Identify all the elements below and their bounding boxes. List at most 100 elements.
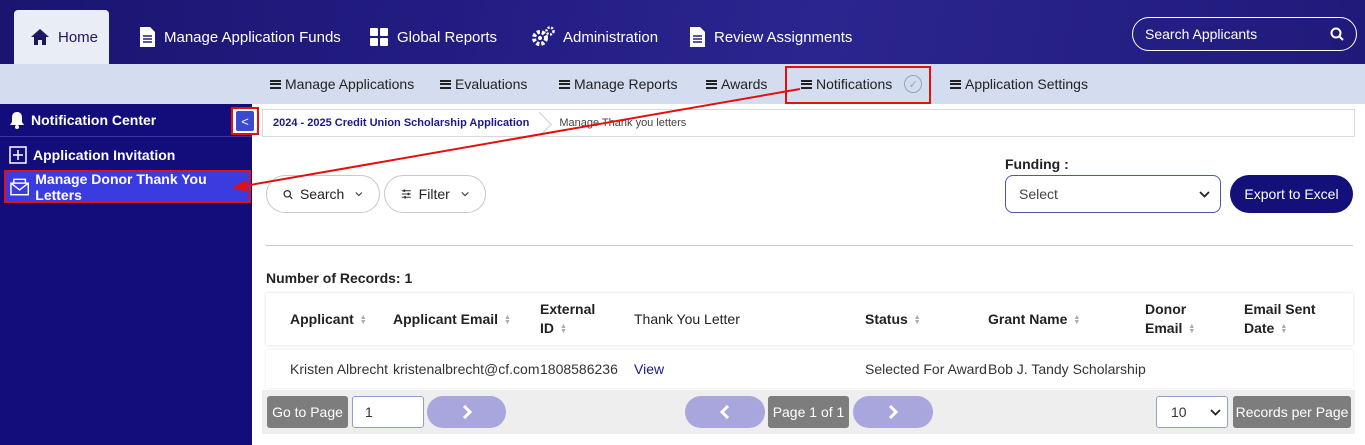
search-applicants-input[interactable]: Search Applicants [1132,17,1357,51]
sort-icon: ▲ ▼ [1280,323,1288,336]
column-header-applicant[interactable]: Applicant ▲ ▼ [290,310,367,329]
column-header-grant-name[interactable]: Grant Name ▲ ▼ [988,310,1080,329]
go-to-page-button[interactable]: Go to Page [267,396,348,428]
top-nav: Home Manage Application Funds Global Rep… [0,0,1365,64]
filter-button[interactable]: Filter [384,175,486,213]
tab-label: Review Assignments [714,28,853,46]
chevron-right-icon [888,405,899,419]
subnav-manage-applications[interactable]: Manage Applications [270,64,414,104]
tab-label: Home [58,28,99,46]
funding-label: Funding : [1005,156,1069,172]
chevron-down-icon [1210,408,1221,416]
sidebar-item-label: Application Invitation [33,146,176,163]
header-label: Thank You Letter [634,311,740,327]
previous-page-button[interactable] [685,396,765,428]
subnav-label: Application Settings [965,76,1088,92]
records-count: Number of Records: 1 [266,270,413,286]
tab-label: Global Reports [397,28,498,46]
subnav-label: Manage Reports [574,76,678,92]
search-placeholder: Search Applicants [1145,26,1258,42]
table-header: Applicant ▲ ▼ Applicant Email ▲ ▼ External ID… [266,293,1353,345]
tab-review-assignments[interactable]: Review Assignments [672,10,868,64]
sort-icon: ▲ ▼ [359,314,367,327]
tab-administration[interactable]: Administration [515,10,674,64]
menu-icon [270,79,281,89]
sliders-icon [401,189,411,199]
gears-icon [532,26,555,46]
column-header-email-sent-date[interactable]: Email Sent Date ▲ ▼ [1244,300,1316,338]
menu-icon [706,79,717,89]
header-label: Email [1145,320,1183,336]
envelope-icon [10,178,30,195]
cell-applicant: Kristen Albrecht [290,361,389,377]
tab-label: Administration [563,28,659,46]
records-per-page-button[interactable]: Records per Page [1233,396,1351,428]
tab-global-reports[interactable]: Global Reports [353,10,513,64]
header-label: ID [540,320,554,336]
header-label: Grant Name [988,311,1068,327]
cell-external-id: 1808586236 [540,361,618,377]
divider [266,245,1353,246]
subnav-awards[interactable]: Awards [706,64,767,104]
tab-manage-application-funds[interactable]: Manage Application Funds [122,10,357,64]
subnav-application-settings[interactable]: Application Settings [950,64,1088,104]
subnav-label: Manage Applications [285,76,415,92]
sort-icon: ▲ ▼ [1073,314,1081,327]
page-number-input[interactable]: 1 [352,396,424,428]
table-row: Kristen Albrecht kristenalbrecht@cf.com … [266,350,1353,388]
sidebar-item-notification-center[interactable]: Notification Center [0,104,252,137]
sidebar: Notification Center Application Invitati… [0,104,252,445]
header-label: Applicant [290,311,354,327]
search-icon[interactable] [1330,27,1344,41]
records-per-page-value: 10 [1171,404,1187,420]
subnav-label: Awards [721,76,768,92]
funding-select-value: Select [1019,186,1058,202]
header-label: Donor [1145,301,1187,317]
header-label: External [540,301,596,317]
breadcrumb: 2024 - 2025 Credit Union Scholarship App… [262,109,1355,137]
column-header-thank-you-letter: Thank You Letter [634,310,740,329]
breadcrumb-item-current: Manage Thank you letters [559,117,687,129]
sort-icon: ▲ ▼ [913,314,921,327]
sidebar-item-label: Manage Donor Thank You Letters [35,170,207,203]
cell-applicant-email: kristenalbrecht@cf.com [393,361,540,377]
chevron-down-icon [355,192,363,197]
header-label: Email Sent [1244,301,1316,317]
tab-label: Manage Application Funds [164,28,341,46]
tab-home[interactable]: Home [14,10,109,64]
cell-status: Selected For Award [865,361,987,377]
chevron-left-icon [719,405,730,419]
column-header-external-id[interactable]: External ID ▲ ▼ [540,300,595,338]
funding-select[interactable]: Select [1005,175,1221,213]
export-to-excel-button[interactable]: Export to Excel [1230,175,1353,213]
subnav-evaluations[interactable]: Evaluations [440,64,527,104]
filter-button-label: Filter [418,186,450,202]
menu-icon [559,79,570,89]
menu-icon [440,79,451,89]
header-label: Date [1244,320,1275,336]
sidebar-item-application-invitation[interactable]: Application Invitation [0,138,252,171]
document-icon [690,27,705,47]
header-label: Applicant Email [393,311,499,327]
next-page-button[interactable] [853,396,933,428]
column-header-status[interactable]: Status ▲ ▼ [865,310,921,329]
sort-icon: ▲ ▼ [1188,323,1196,336]
chevron-right-icon [462,405,472,419]
records-per-page-select[interactable]: 10 [1156,396,1228,428]
column-header-donor-email[interactable]: Donor Email ▲ ▼ [1145,300,1195,338]
menu-icon [950,79,961,89]
column-header-applicant-email[interactable]: Applicant Email ▲ ▼ [393,310,511,329]
sidebar-item-label: Notification Center [31,112,157,128]
grid-icon [370,28,388,46]
view-letter-link[interactable]: View [634,361,664,377]
subnav-manage-reports[interactable]: Manage Reports [559,64,678,104]
sidebar-item-manage-donor-thank-you-letters[interactable]: Manage Donor Thank You Letters [4,170,251,203]
search-button[interactable]: Search [266,175,380,213]
go-next-button[interactable] [427,396,506,428]
breadcrumb-item-application[interactable]: 2024 - 2025 Credit Union Scholarship App… [263,110,539,136]
plus-box-icon [9,145,27,164]
search-icon [283,189,293,199]
sidebar-collapse-button[interactable]: < [231,107,259,135]
sort-icon: ▲ ▼ [504,314,511,327]
sub-nav: Manage Applications Evaluations Manage R… [0,64,1365,104]
